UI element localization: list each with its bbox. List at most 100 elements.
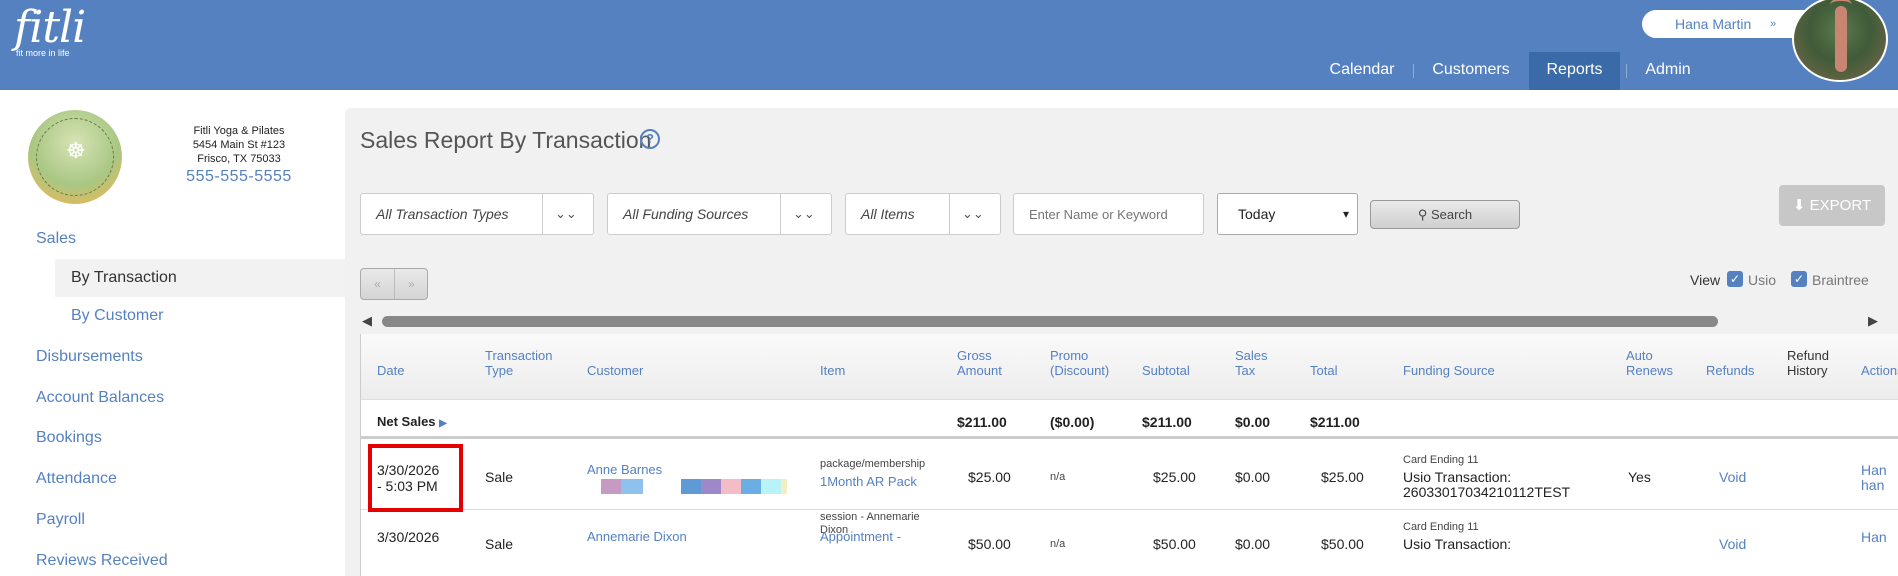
caret-right-icon: ▶ [439, 418, 447, 429]
row-tax: $0.00 [1235, 536, 1271, 552]
row-subtotal: $25.00 [1153, 469, 1196, 485]
net-sales-label: Net Sales [377, 414, 436, 429]
user-name: Hana Martin [1675, 16, 1752, 32]
col-transaction-type[interactable]: Transaction Type [485, 348, 565, 378]
row-type: Sale [485, 469, 514, 485]
transaction-type-value: All Transaction Types [376, 206, 509, 222]
page-title: Sales Report By Transaction [360, 127, 652, 153]
sidebar-item-by-customer[interactable]: By Customer [55, 297, 345, 335]
nav-customers[interactable]: Customers [1420, 52, 1522, 90]
nav-calendar[interactable]: Calendar [1316, 52, 1408, 90]
highlight-box [368, 444, 463, 512]
row-funding-txn-id: 26033017034210112TEST [1403, 484, 1571, 500]
braintree-checkbox[interactable]: ✓ [1791, 271, 1807, 287]
export-button[interactable]: ⬇ EXPORT [1779, 185, 1885, 226]
meditation-icon: ☸ [66, 138, 86, 163]
sidebar-item-bookings[interactable]: Bookings [36, 429, 102, 447]
sidebar-item-sales[interactable]: Sales [36, 230, 76, 248]
col-promo[interactable]: Promo (Discount) [1050, 348, 1120, 378]
row-gross: $25.00 [968, 469, 1011, 485]
col-date[interactable]: Date [377, 363, 404, 378]
net-sales-row: Net Sales ▶ $211.00 ($0.00) $211.00 $0.0… [361, 401, 1898, 439]
col-subtotal[interactable]: Subtotal [1142, 363, 1190, 378]
logo-wordmark: fitli [14, 2, 86, 53]
user-menu-button[interactable]: Hana Martin » [1642, 10, 1817, 38]
col-sales-tax[interactable]: Sales Tax [1235, 348, 1275, 378]
braintree-label: Braintree [1812, 272, 1869, 288]
row-action-link[interactable]: han [1861, 477, 1884, 493]
prev-page-button[interactable]: « [361, 269, 394, 299]
col-total[interactable]: Total [1310, 363, 1337, 378]
scroll-right-icon[interactable]: ▶ [1868, 314, 1878, 328]
items-filter-value: All Items [861, 206, 915, 222]
club-address-line1: 5454 Main St #123 [192, 139, 286, 151]
col-gross-amount[interactable]: Gross Amount [957, 348, 1017, 378]
sidebar-item-disbursements[interactable]: Disbursements [36, 348, 143, 366]
nav-reports[interactable]: Reports [1529, 52, 1620, 90]
items-filter[interactable]: All Items ⌄⌄ [845, 193, 1001, 235]
export-button-label: EXPORT [1809, 197, 1872, 214]
net-sales-gross: $211.00 [957, 414, 1007, 430]
row-item-category: package/membership [820, 458, 926, 470]
view-label: View [1690, 272, 1721, 288]
row-funding-card: Card Ending 11 [1403, 454, 1479, 466]
row-item-link[interactable]: 1Month AR Pack [820, 474, 917, 490]
void-button[interactable]: Void [1719, 536, 1746, 552]
date-range-value: Today [1238, 206, 1276, 222]
col-funding-source[interactable]: Funding Source [1403, 363, 1495, 378]
search-button[interactable]: ⚲ Search [1370, 200, 1520, 229]
sidebar-item-attendance[interactable]: Attendance [36, 470, 117, 488]
club-name: Fitli Yoga & Pilates [193, 125, 285, 137]
avatar[interactable] [1792, 0, 1888, 82]
funding-source-filter[interactable]: All Funding Sources ⌄⌄ [607, 193, 832, 235]
transaction-type-filter[interactable]: All Transaction Types ⌄⌄ [360, 193, 594, 235]
next-page-button[interactable]: » [395, 269, 428, 299]
col-actions[interactable]: Actions [1861, 363, 1898, 378]
keyword-search-input[interactable] [1013, 193, 1204, 235]
row-tax: $0.00 [1235, 469, 1271, 485]
scroll-left-icon[interactable]: ◀ [362, 314, 372, 328]
chevron-down-icon: » [1770, 18, 1777, 30]
chevron-down-icon: ⌄⌄ [962, 206, 984, 221]
row-customer-link[interactable]: Anne Barnes [587, 462, 662, 478]
sidebar: ☸ Fitli Yoga & Pilates 5454 Main St #123… [0, 90, 345, 576]
club-address-line2: Frisco, TX 75033 [197, 153, 281, 165]
nav-divider [1413, 64, 1414, 78]
net-sales-toggle[interactable]: Net Sales ▶ [377, 414, 447, 432]
help-icon[interactable]: ? [640, 129, 660, 149]
row-auto-renews: Yes [1628, 469, 1651, 485]
col-auto-renews[interactable]: Auto Renews [1626, 348, 1676, 378]
table-header: Date Transaction Type Customer Item Gros… [361, 334, 1898, 400]
row-customer-link[interactable]: Annemarie Dixon [587, 529, 687, 545]
net-sales-subtotal: $211.00 [1142, 414, 1192, 430]
pagination: « » [360, 268, 428, 300]
net-sales-tax: $0.00 [1235, 414, 1271, 430]
nav-admin[interactable]: Admin [1633, 52, 1703, 90]
row-promo: n/a [1050, 471, 1066, 483]
date-range-select[interactable]: Today ▾ [1217, 193, 1358, 235]
row-item-link[interactable]: Appointment - [820, 529, 901, 545]
col-customer[interactable]: Customer [587, 363, 643, 378]
chevron-down-icon: ⌄⌄ [793, 206, 815, 221]
sidebar-item-payroll[interactable]: Payroll [36, 511, 85, 529]
chevron-down-icon: ⌄⌄ [555, 206, 577, 221]
fitli-logo[interactable]: fitli fit more in life [14, 2, 86, 59]
club-phone[interactable]: 555-555-5555 [165, 168, 313, 186]
row-promo: n/a [1050, 538, 1066, 550]
col-refunds[interactable]: Refunds [1706, 363, 1754, 378]
col-item[interactable]: Item [820, 363, 845, 378]
chevron-down-icon: ▾ [1342, 207, 1349, 221]
row-action-link[interactable]: Han [1861, 529, 1887, 545]
row-subtotal: $50.00 [1153, 536, 1196, 552]
void-button[interactable]: Void [1719, 469, 1746, 485]
usio-checkbox[interactable]: ✓ [1727, 271, 1743, 287]
row-action-link[interactable]: Han [1861, 462, 1887, 478]
sidebar-item-by-transaction[interactable]: By Transaction [55, 259, 345, 297]
scrollbar-thumb[interactable] [382, 316, 1718, 327]
sidebar-item-account-balances[interactable]: Account Balances [36, 389, 164, 407]
horizontal-scrollbar[interactable]: ◀ ▶ [362, 314, 1882, 328]
sidebar-item-reviews-received[interactable]: Reviews Received [36, 552, 168, 570]
table-row: 3/30/2026 Sale Annemarie Dixon session -… [361, 511, 1898, 576]
search-icon: ⚲ [1417, 207, 1428, 222]
row-funding-txn-label: Usio Transaction: [1403, 469, 1512, 485]
